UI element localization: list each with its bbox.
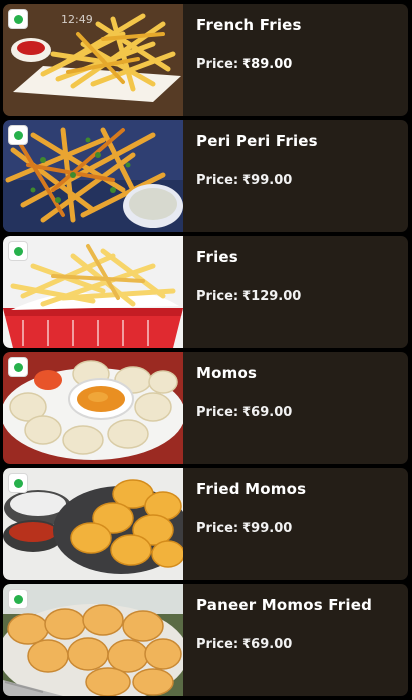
veg-indicator-icon [8, 125, 28, 145]
item-price: Price: ₹89.00 [196, 57, 292, 72]
veg-indicator-icon [8, 241, 28, 261]
momos-picture [3, 352, 183, 464]
item-price: Price: ₹99.00 [196, 173, 292, 188]
menu-item-peri-peri-fries[interactable]: Peri Peri Fries Price: ₹99.00 [3, 120, 408, 232]
item-price: Price: ₹99.00 [196, 521, 292, 536]
price-label: Price: [196, 173, 239, 188]
item-name: French Fries [196, 16, 302, 34]
food-image-french-fries: 12:49 [3, 4, 183, 116]
fries-picture [3, 236, 183, 348]
price-label: Price: [196, 521, 239, 536]
menu-item-paneer-momos-fried[interactable]: Paneer Momos Fried Price: ₹69.00 [3, 584, 408, 696]
menu-list: 12:49 French Fries Price: ₹89.00 Peri Pe… [0, 0, 412, 700]
price-label: Price: [196, 405, 239, 420]
menu-item-french-fries[interactable]: 12:49 French Fries Price: ₹89.00 [3, 4, 408, 116]
french-fries-picture [3, 4, 183, 116]
paneer-momos-fried-picture [3, 584, 183, 696]
food-image-paneer-momos-fried [3, 584, 183, 696]
item-price: Price: ₹69.00 [196, 405, 292, 420]
price-label: Price: [196, 637, 239, 652]
item-name: Fried Momos [196, 480, 307, 498]
veg-indicator-icon [8, 589, 28, 609]
veg-indicator-icon [8, 357, 28, 377]
veg-indicator-icon [8, 473, 28, 493]
menu-item-momos[interactable]: Momos Price: ₹69.00 [3, 352, 408, 464]
item-price: Price: ₹69.00 [196, 637, 292, 652]
menu-item-fried-momos[interactable]: Fried Momos Price: ₹99.00 [3, 468, 408, 580]
price-amount: ₹99.00 [242, 173, 293, 188]
price-label: Price: [196, 57, 239, 72]
price-amount: ₹129.00 [242, 289, 302, 304]
peri-peri-fries-picture [3, 120, 183, 232]
item-name: Peri Peri Fries [196, 132, 318, 150]
price-amount: ₹69.00 [242, 637, 293, 652]
price-amount: ₹99.00 [242, 521, 293, 536]
fried-momos-picture [3, 468, 183, 580]
price-label: Price: [196, 289, 239, 304]
food-image-fries [3, 236, 183, 348]
veg-indicator-icon [8, 9, 28, 29]
menu-item-fries[interactable]: Fries Price: ₹129.00 [3, 236, 408, 348]
price-amount: ₹69.00 [242, 405, 293, 420]
food-image-peri-peri-fries [3, 120, 183, 232]
food-image-fried-momos [3, 468, 183, 580]
item-price: Price: ₹129.00 [196, 289, 301, 304]
item-name: Momos [196, 364, 258, 382]
food-image-momos [3, 352, 183, 464]
price-amount: ₹89.00 [242, 57, 293, 72]
item-name: Paneer Momos Fried [196, 596, 373, 614]
status-bar-time: 12:49 [61, 13, 93, 26]
item-name: Fries [196, 248, 238, 266]
